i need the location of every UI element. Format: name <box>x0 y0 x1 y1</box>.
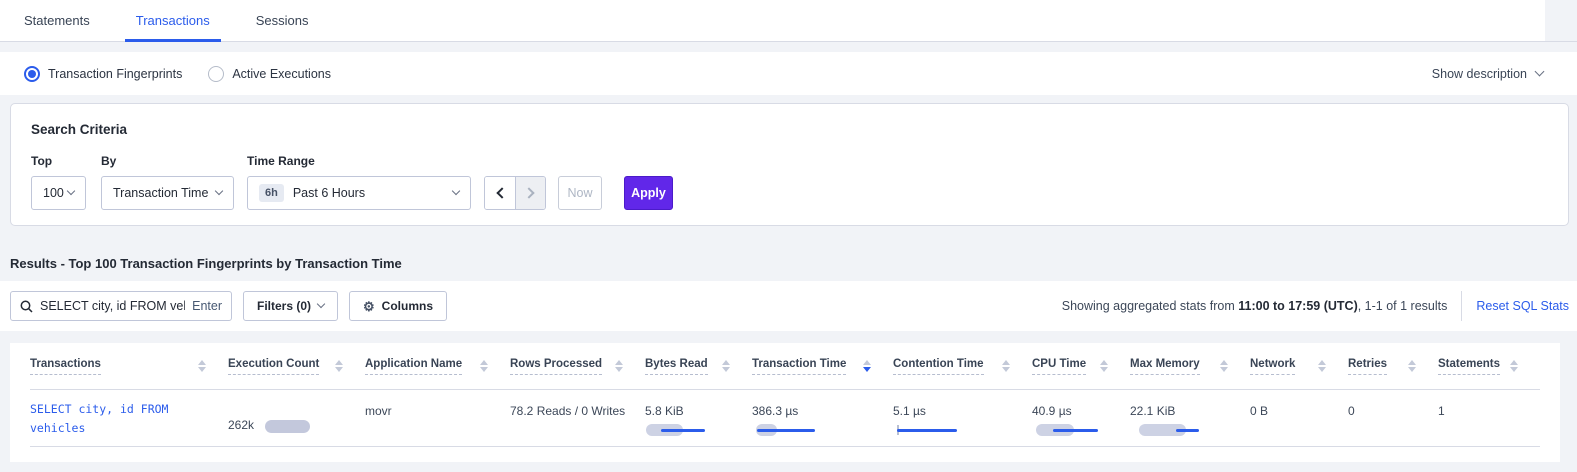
by-select[interactable]: Transaction Time <box>101 176 234 210</box>
sort-icon[interactable] <box>198 360 206 372</box>
sort-icon[interactable] <box>1100 360 1108 372</box>
sort-icon[interactable] <box>1408 360 1416 372</box>
time-range-value: Past 6 Hours <box>293 186 365 200</box>
aggregated-stats-text: Showing aggregated stats from 11:00 to 1… <box>1062 299 1448 313</box>
search-icon <box>20 300 33 313</box>
radio-transaction-fingerprints[interactable]: Transaction Fingerprints <box>24 66 182 82</box>
enter-hint: Enter <box>192 299 222 313</box>
sort-icon[interactable] <box>1318 360 1326 372</box>
cell-execution-count: 262k <box>228 390 365 446</box>
column-header-bytes-read[interactable]: Bytes Read <box>645 358 752 375</box>
search-criteria-card: Search Criteria Top 100 By Transaction T… <box>10 103 1569 226</box>
cell-application-name: movr <box>365 390 510 446</box>
top-label: Top <box>31 154 101 168</box>
tab-statements[interactable]: Statements <box>24 0 90 41</box>
max-memory-barchart <box>1130 423 1250 437</box>
chevron-down-icon <box>452 187 460 195</box>
sort-icon[interactable] <box>615 360 623 372</box>
sort-icon[interactable] <box>480 360 488 372</box>
radio-unselected-icon <box>208 66 224 82</box>
columns-label: Columns <box>382 299 433 313</box>
column-header-retries[interactable]: Retries <box>1348 358 1438 375</box>
tab-sessions[interactable]: Sessions <box>256 0 309 41</box>
table-header-row: Transactions Execution Count Application… <box>30 343 1540 390</box>
chevron-down-icon <box>67 187 75 195</box>
top-select[interactable]: 100 <box>31 176 86 210</box>
tabs-bar: Statements Transactions Sessions <box>0 0 1545 41</box>
sort-icon[interactable] <box>1510 360 1518 372</box>
radio-selected-icon <box>24 66 40 82</box>
column-header-transaction-time[interactable]: Transaction Time <box>752 358 893 375</box>
chevron-down-icon <box>215 187 223 195</box>
show-description-label: Show description <box>1432 67 1527 81</box>
by-label: By <box>101 154 247 168</box>
column-header-rows-processed[interactable]: Rows Processed <box>510 358 645 375</box>
tab-transactions[interactable]: Transactions <box>136 0 210 41</box>
chevron-down-icon <box>1535 67 1545 77</box>
gear-icon: ⚙ <box>363 300 375 313</box>
apply-button[interactable]: Apply <box>624 176 673 210</box>
cell-statements: 1 <box>1438 390 1540 446</box>
vertical-divider <box>1461 291 1462 321</box>
tabs-divider <box>0 41 1577 42</box>
table-row: SELECT city, id FROM vehicles 262k movr … <box>30 390 1540 447</box>
view-toggle-band: Transaction Fingerprints Active Executio… <box>0 52 1577 95</box>
column-header-cpu-time[interactable]: CPU Time <box>1032 358 1130 375</box>
radio-label: Active Executions <box>232 67 331 81</box>
column-header-statements[interactable]: Statements <box>1438 358 1540 375</box>
transactions-table: Transactions Execution Count Application… <box>10 343 1560 462</box>
sort-icon[interactable] <box>335 360 343 372</box>
sort-icon[interactable] <box>1220 360 1228 372</box>
execution-count-bar <box>265 420 310 433</box>
radio-label: Transaction Fingerprints <box>48 67 182 81</box>
cell-rows-processed: 78.2 Reads / 0 Writes <box>510 390 645 446</box>
bytes-read-barchart <box>645 423 752 437</box>
time-range-select[interactable]: 6h Past 6 Hours <box>247 176 471 210</box>
column-header-network[interactable]: Network <box>1250 358 1348 375</box>
column-header-transactions[interactable]: Transactions <box>30 358 228 375</box>
results-title: Results - Top 100 Transaction Fingerprin… <box>10 256 402 271</box>
filters-label: Filters (0) <box>257 299 311 313</box>
reset-sql-stats-link[interactable]: Reset SQL Stats <box>1476 299 1569 313</box>
cell-contention-time: 5.1 µs <box>893 390 1032 446</box>
top-value: 100 <box>43 186 64 200</box>
search-criteria-title: Search Criteria <box>31 122 1548 137</box>
time-range-badge: 6h <box>259 184 284 202</box>
filters-button[interactable]: Filters (0) <box>243 291 338 321</box>
prev-range-button[interactable] <box>485 177 515 209</box>
cpu-time-barchart <box>1032 423 1130 437</box>
cell-max-memory: 22.1 KiB <box>1130 390 1250 446</box>
now-button[interactable]: Now <box>558 176 602 210</box>
chevron-left-icon <box>496 187 507 198</box>
transaction-fingerprint-link[interactable]: SELECT city, id FROM vehicles <box>30 390 228 446</box>
results-toolbar: Enter Filters (0) ⚙ Columns Showing aggr… <box>0 281 1577 331</box>
show-description-toggle[interactable]: Show description <box>1432 67 1543 81</box>
cell-retries: 0 <box>1348 390 1438 446</box>
transaction-time-barchart <box>752 423 893 437</box>
column-header-execution-count[interactable]: Execution Count <box>228 358 365 375</box>
cell-network: 0 B <box>1250 390 1348 446</box>
search-input[interactable] <box>40 299 185 313</box>
chevron-down-icon <box>317 300 325 308</box>
next-range-button[interactable] <box>515 177 545 209</box>
cell-cpu-time: 40.9 µs <box>1032 390 1130 446</box>
time-range-label: Time Range <box>247 154 471 168</box>
sort-icon-active-desc[interactable] <box>863 360 871 372</box>
by-value: Transaction Time <box>113 186 208 200</box>
cell-bytes-read: 5.8 KiB <box>645 390 752 446</box>
sort-icon[interactable] <box>722 360 730 372</box>
sql-activity-page: Statements Transactions Sessions Transac… <box>0 0 1577 472</box>
column-header-application-name[interactable]: Application Name <box>365 358 510 375</box>
cell-transaction-time: 386.3 µs <box>752 390 893 446</box>
sort-icon[interactable] <box>1002 360 1010 372</box>
time-nav-group <box>484 176 546 210</box>
columns-button[interactable]: ⚙ Columns <box>349 291 447 321</box>
chevron-right-icon <box>523 187 534 198</box>
column-header-contention-time[interactable]: Contention Time <box>893 358 1032 375</box>
contention-time-barchart <box>893 423 1032 437</box>
radio-active-executions[interactable]: Active Executions <box>208 66 331 82</box>
column-header-max-memory[interactable]: Max Memory <box>1130 358 1250 375</box>
search-box: Enter <box>10 291 232 321</box>
